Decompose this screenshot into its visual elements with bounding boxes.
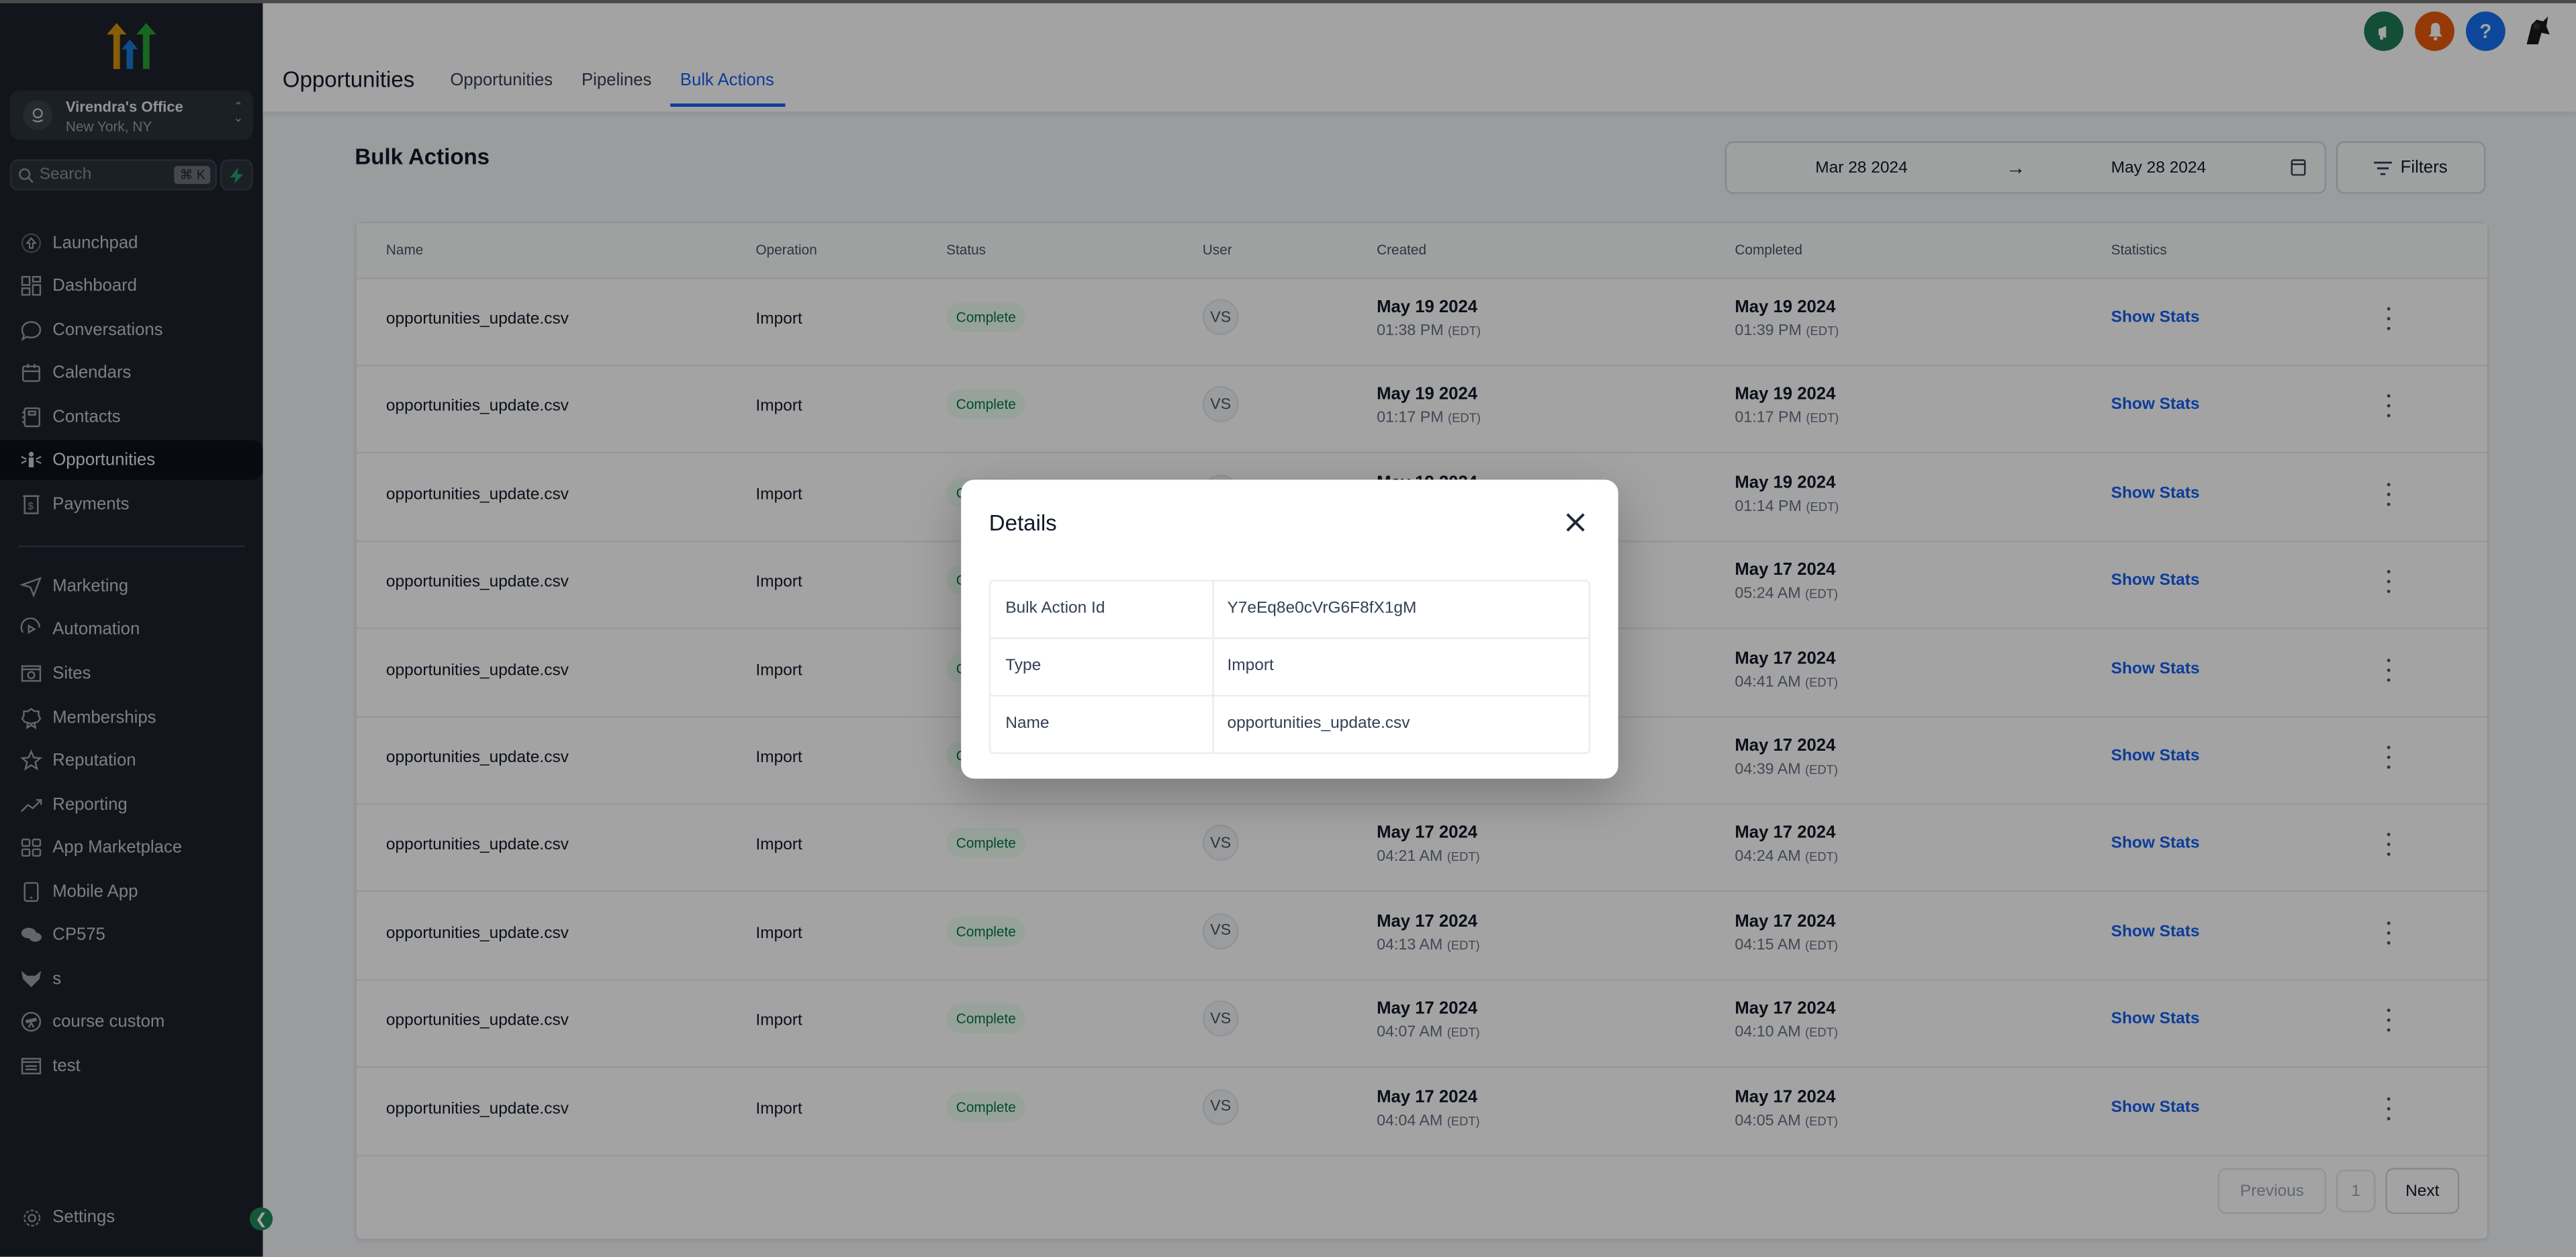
details-key: Bulk Action Id [1005,599,1105,618]
details-table: Bulk Action Id Y7eEq8e0cVrG6F8fX1gM Type… [988,579,1591,754]
details-value: Import [1227,657,1274,676]
details-value: opportunities_update.csv [1227,714,1410,733]
details-row-bulk-action-id: Bulk Action Id Y7eEq8e0cVrG6F8fX1gM [991,581,1589,639]
details-modal: Details Bulk Action Id Y7eEq8e0cVrG6F8fX… [961,479,1618,779]
column-divider [1212,696,1214,753]
column-divider [1212,639,1214,695]
window-frame [0,0,2576,3]
details-row-name: Name opportunities_update.csv [991,696,1588,753]
details-value: Y7eEq8e0cVrG6F8fX1gM [1227,599,1417,618]
details-key: Name [1005,714,1050,733]
modal-title: Details [988,510,1057,536]
close-icon[interactable] [1563,509,1589,535]
details-key: Type [1005,657,1042,676]
details-row-type: Type Import [991,639,1589,697]
app-window: Virendra's Office New York, NY ⌃ ⌄ Search… [0,0,2576,1257]
column-divider [1212,581,1214,638]
